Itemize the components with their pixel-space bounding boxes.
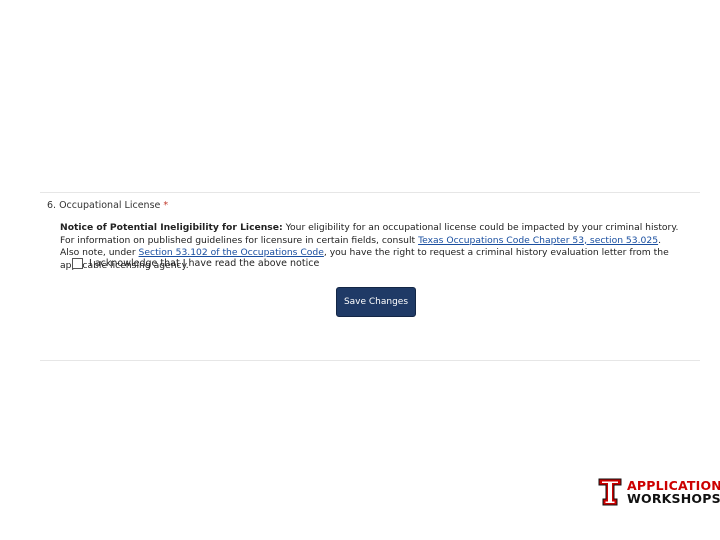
occupations-code-chapter-53-link[interactable]: Texas Occupations Code Chapter 53, secti… — [418, 235, 658, 246]
save-changes-button[interactable]: Save Changes — [336, 287, 416, 317]
acknowledge-checkbox[interactable] — [72, 258, 83, 269]
double-t-logo-icon — [598, 478, 622, 506]
acknowledge-label: I acknowledge that I have read the above… — [89, 258, 320, 269]
section-divider-bottom — [40, 360, 700, 361]
question-label-text: 6. Occupational License — [47, 200, 161, 211]
section-53-102-link[interactable]: Section 53.102 of the Occupations Code — [139, 247, 324, 258]
brand-line-2: WORKSHOPS — [627, 491, 720, 506]
notice-title: Notice of Potential Ineligibility for Li… — [60, 222, 283, 233]
required-marker: * — [163, 200, 169, 211]
acknowledge-row[interactable]: I acknowledge that I have read the above… — [72, 258, 319, 269]
question-label: 6. Occupational License * — [47, 200, 168, 211]
section-divider-top — [40, 192, 700, 193]
application-workshops-logo: APPLICATION WORKSHOPS — [598, 478, 720, 506]
